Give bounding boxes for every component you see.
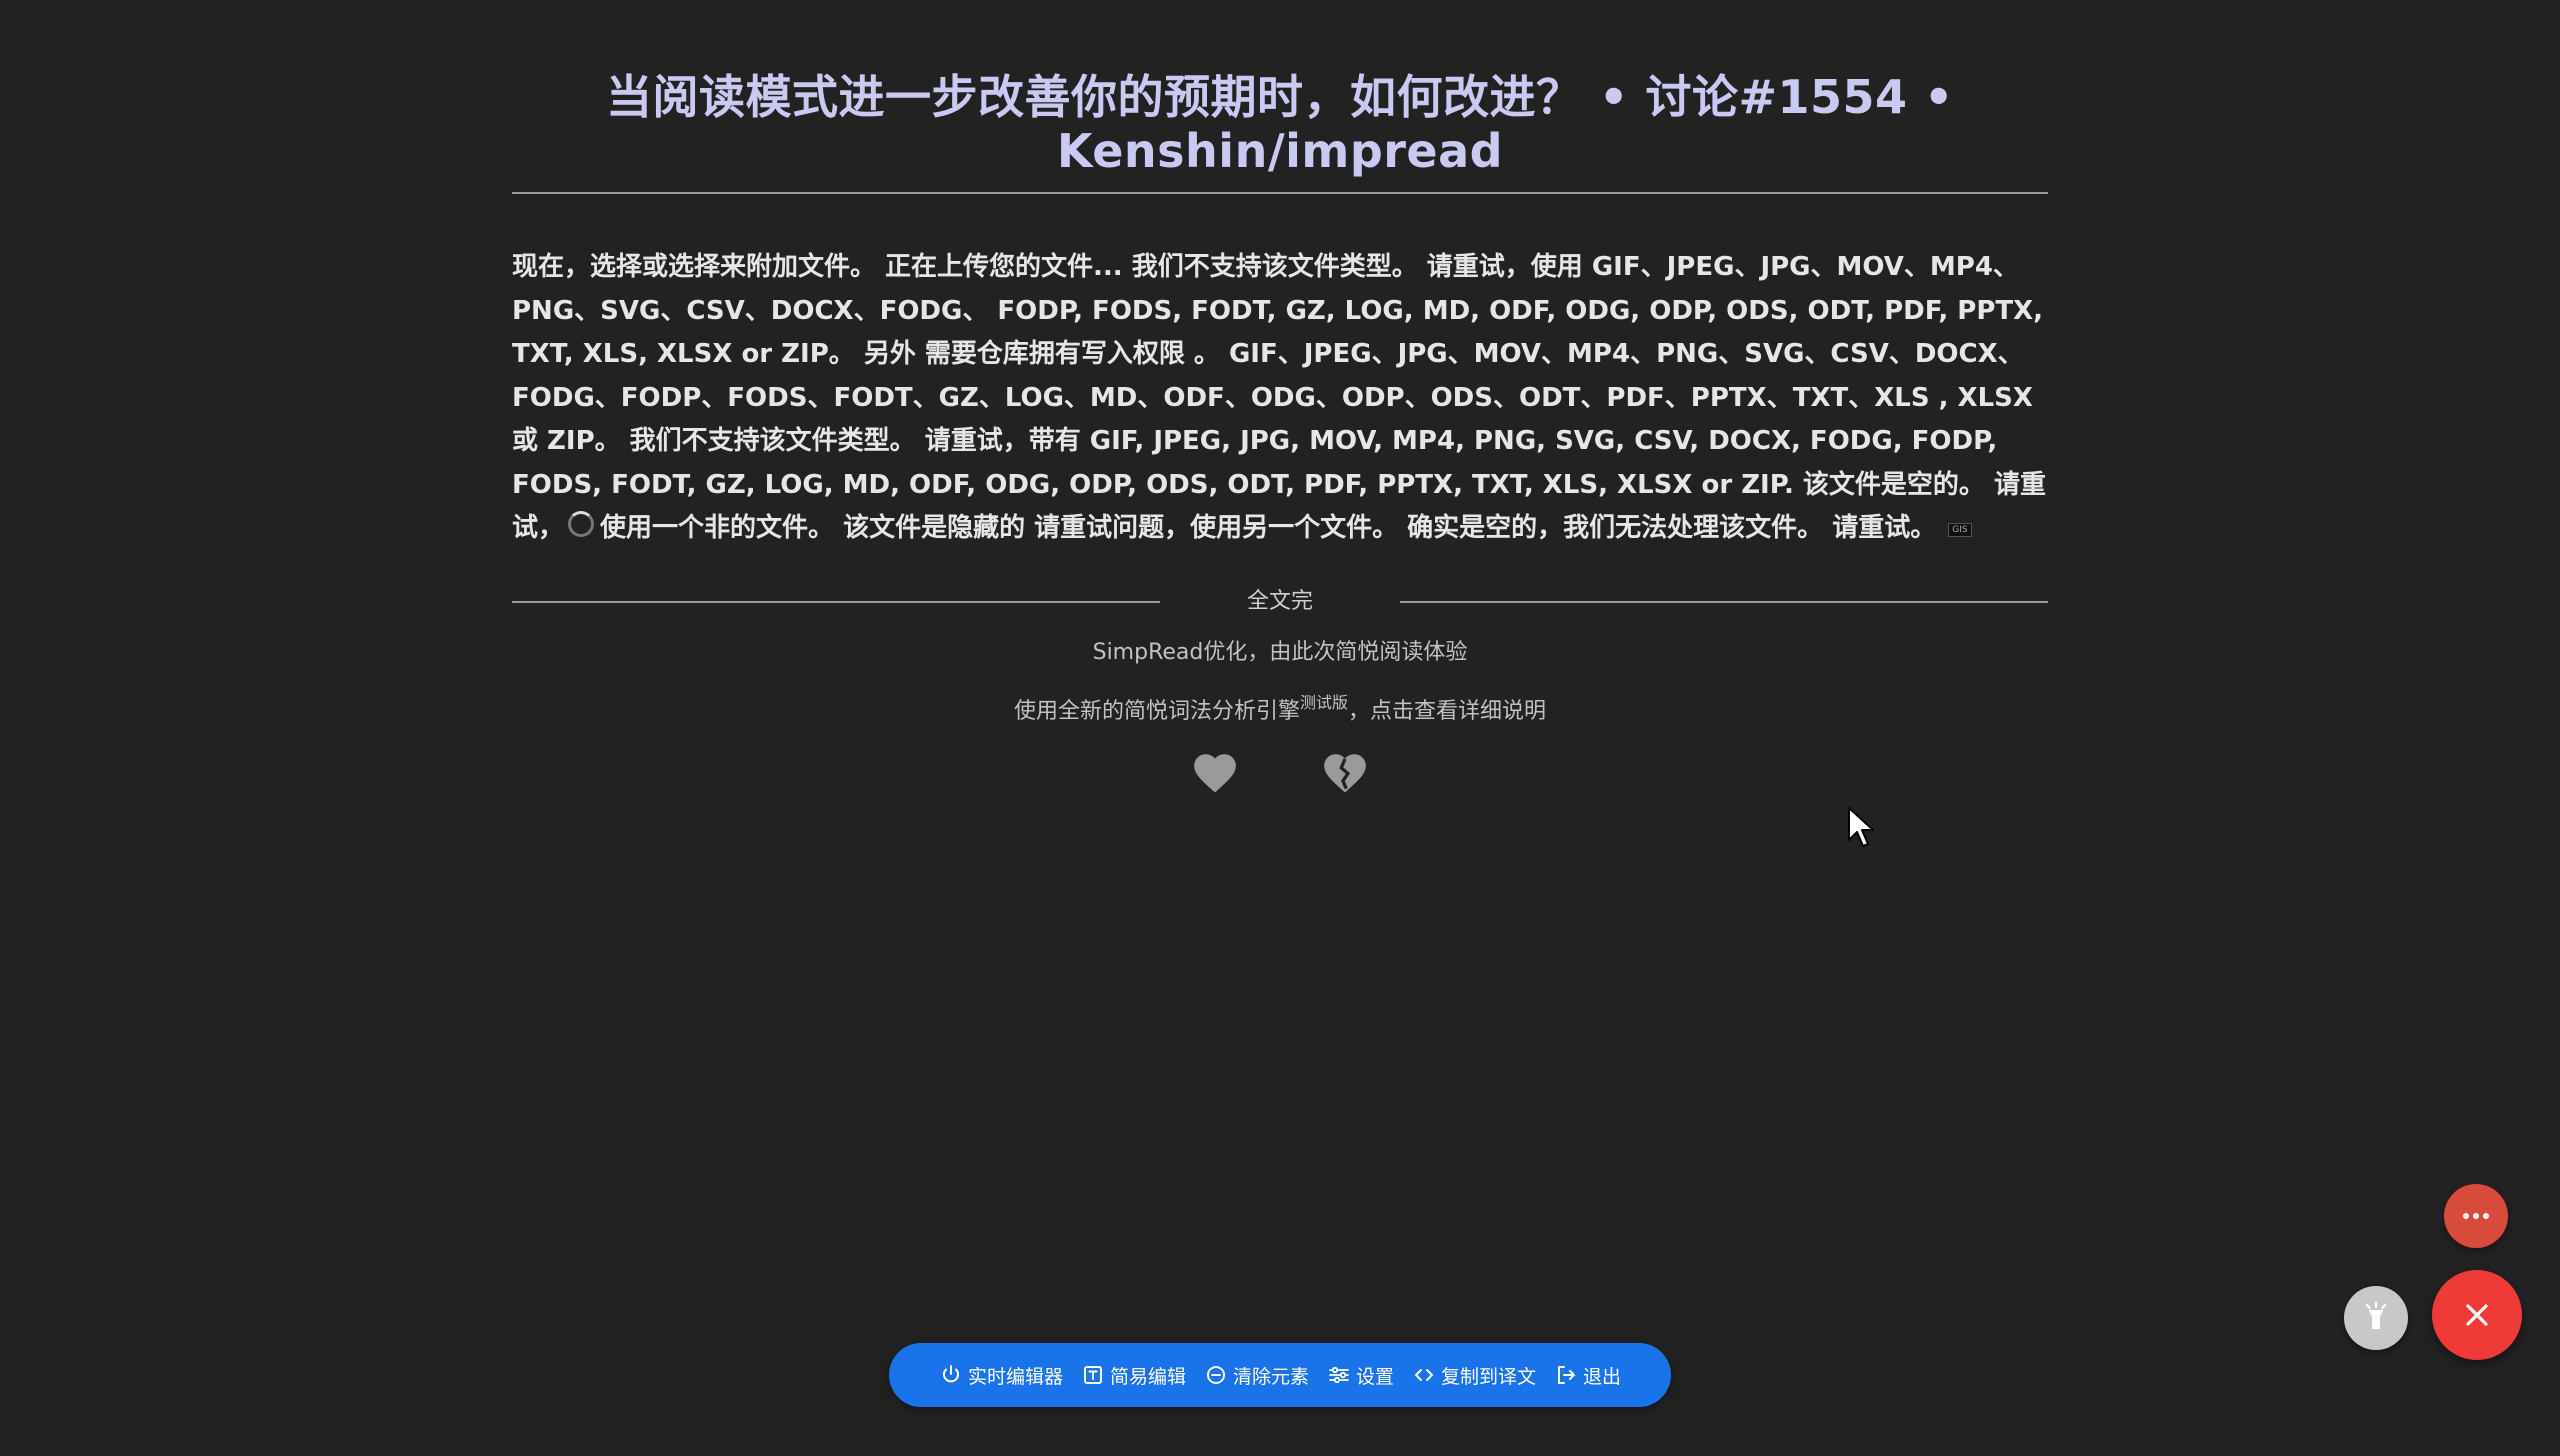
exit-icon	[1558, 1366, 1576, 1384]
minus-circle-icon	[1206, 1366, 1225, 1384]
reader-page: 当阅读模式进一步改善你的预期时，如何改进？ • 讨论#1554 • Kenshi…	[0, 0, 2560, 1456]
simpread-credit[interactable]: SimpRead优化，由此次简悦阅读体验	[512, 637, 2048, 669]
toolbar-simple-edit-label: 简易编辑	[1109, 1365, 1186, 1388]
close-icon	[2466, 1304, 2488, 1326]
close-reader-button[interactable]	[2432, 1270, 2522, 1360]
loading-spinner-icon	[568, 511, 595, 537]
beta-badge: 测试版	[1299, 692, 1348, 712]
flashlight-icon	[2365, 1302, 2387, 1329]
toolbar-simple-edit-button[interactable]: 简易编辑	[1081, 1362, 1186, 1389]
page-title: 当阅读模式进一步改善你的预期时，如何改进？ • 讨论#1554 • Kenshi…	[606, 70, 1954, 178]
article-content: 现在，选择或选择来附加文件。 正在上传您的文件... 我们不支持该文件类型。 请…	[512, 246, 2048, 551]
engine-notice[interactable]: 使用全新的简悦词法分析引擎测试版，点击查看详细说明	[512, 687, 2048, 728]
bottom-toolbar: 实时编辑器 简易编辑 清除元素 设置 复制到译文 退出	[889, 1343, 1671, 1407]
end-line-right	[1400, 600, 2048, 603]
focus-mode-button[interactable]	[2344, 1286, 2408, 1350]
toolbar-live-editor-button[interactable]: 实时编辑器	[939, 1362, 1063, 1389]
text-box-icon	[1083, 1366, 1102, 1384]
toolbar-copy-to-translation-label: 复制到译文	[1441, 1365, 1537, 1388]
toolbar-live-editor-label: 实时编辑器	[967, 1365, 1063, 1388]
toolbar-exit-label: 退出	[1583, 1365, 1622, 1388]
toolbar-settings-button[interactable]: 设置	[1327, 1362, 1394, 1389]
broken-heart-icon[interactable]	[1320, 748, 1370, 798]
engine-notice-suffix: ，点击查看详细说明	[1348, 698, 1547, 724]
toolbar-settings-label: 设置	[1356, 1365, 1395, 1388]
sliders-icon	[1329, 1366, 1349, 1384]
more-options-button[interactable]	[2444, 1184, 2508, 1248]
article: 当阅读模式进一步改善你的预期时，如何改进？ • 讨论#1554 • Kenshi…	[512, 70, 2048, 798]
content-text-part1: 现在，选择或选择来附加文件。 正在上传您的文件... 我们不支持该文件类型。 请…	[512, 252, 2046, 543]
engine-notice-prefix: 使用全新的简悦词法分析引擎	[1013, 698, 1300, 724]
more-dots-icon	[2463, 1213, 2489, 1219]
title-divider	[512, 192, 2048, 194]
inline-image-tag: GIS	[1948, 523, 1972, 537]
end-divider: 全文完	[512, 585, 2048, 619]
code-icon	[1415, 1369, 1434, 1381]
toolbar-exit-button[interactable]: 退出	[1554, 1362, 1621, 1389]
toolbar-clear-elements-label: 清除元素	[1232, 1365, 1309, 1388]
toolbar-clear-elements-button[interactable]: 清除元素	[1204, 1362, 1309, 1389]
content-text-part2: 使用一个非的文件。 该文件是隐藏的 请重试问题，使用另一个文件。 确实是空的，我…	[600, 513, 1937, 543]
heart-icon[interactable]	[1190, 748, 1240, 798]
toolbar-copy-to-translation-button[interactable]: 复制到译文	[1412, 1362, 1536, 1389]
feedback-row	[512, 748, 2048, 798]
mouse-cursor-icon	[1848, 807, 1874, 847]
power-icon	[943, 1365, 959, 1383]
